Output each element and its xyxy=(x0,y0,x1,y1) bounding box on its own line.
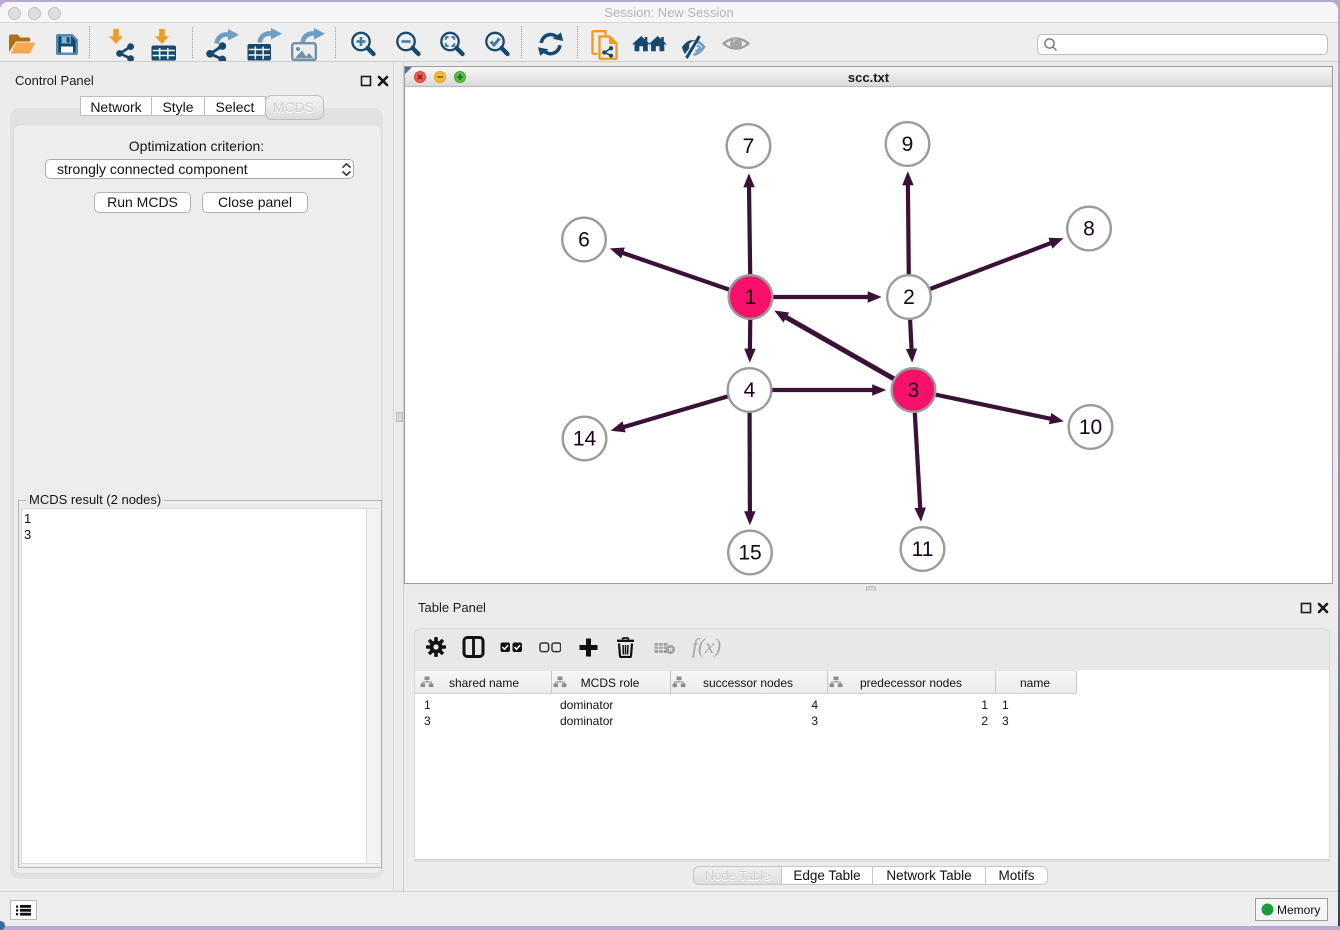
svg-text:6: 6 xyxy=(578,229,590,252)
svg-text:1: 1 xyxy=(745,286,757,309)
svg-text:3: 3 xyxy=(908,379,920,402)
svg-text:10: 10 xyxy=(1079,416,1102,439)
svg-text:2: 2 xyxy=(903,286,915,309)
svg-text:11: 11 xyxy=(912,538,934,561)
svg-text:15: 15 xyxy=(738,542,761,565)
svg-text:8: 8 xyxy=(1083,218,1095,241)
svg-text:4: 4 xyxy=(744,379,756,402)
svg-text:7: 7 xyxy=(743,135,755,158)
svg-text:14: 14 xyxy=(573,428,597,451)
svg-text:9: 9 xyxy=(902,133,914,156)
